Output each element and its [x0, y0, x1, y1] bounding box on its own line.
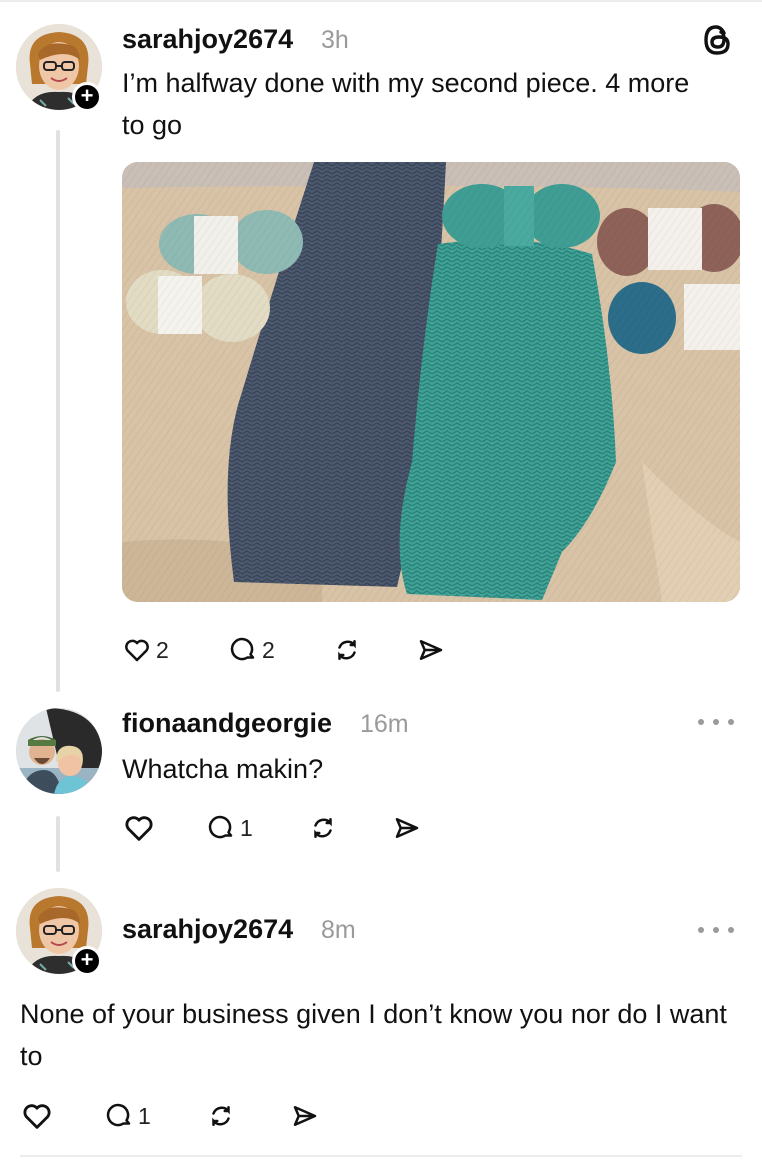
post-username[interactable]: sarahjoy2674: [122, 914, 293, 945]
post-body: I’m halfway done with my second piece. 4…: [122, 68, 690, 140]
follow-button[interactable]: +: [72, 946, 102, 976]
reply-count: 1: [240, 814, 253, 841]
post-timestamp: 16m: [360, 710, 409, 738]
more-options-icon[interactable]: [698, 714, 734, 730]
post-username[interactable]: sarahjoy2674: [122, 24, 293, 55]
post-timestamp: 3h: [321, 26, 349, 54]
send-icon: [395, 818, 419, 838]
reply-count: 1: [138, 1102, 151, 1129]
like-button[interactable]: 2: [122, 630, 169, 670]
threads-conversation: + sarahjoy2674 3h I’m halfway done with …: [0, 0, 762, 1160]
top-divider: [0, 0, 762, 2]
repost-icon: [338, 640, 356, 660]
like-count: 2: [156, 636, 169, 663]
repost-button[interactable]: [308, 808, 338, 848]
thread-line: [56, 816, 60, 872]
repost-button[interactable]: [206, 1096, 236, 1136]
like-button[interactable]: [20, 1096, 54, 1136]
thread-line: [56, 130, 60, 692]
share-button[interactable]: [290, 1096, 320, 1136]
post-body: None of your business given I don’t know…: [20, 999, 727, 1071]
avatar-fionaandgeorgie[interactable]: [16, 708, 102, 794]
post-actions: 1: [20, 1096, 340, 1136]
repost-icon: [314, 818, 332, 838]
repost-button[interactable]: [332, 630, 362, 670]
heart-icon: [125, 639, 149, 662]
reply-count: 2: [262, 636, 275, 663]
reply-button[interactable]: 2: [228, 630, 275, 670]
post-image[interactable]: [122, 162, 740, 602]
comment-bubble-icon: [230, 637, 255, 661]
post-body: Whatcha makin?: [122, 754, 324, 784]
post-actions: 2 2: [122, 630, 482, 670]
heart-icon: [125, 816, 153, 841]
reply-button[interactable]: 1: [206, 808, 253, 848]
post-username[interactable]: fionaandgeorgie: [122, 708, 332, 739]
repost-icon: [212, 1106, 230, 1126]
post-actions: 1: [122, 808, 442, 848]
more-options-icon[interactable]: [698, 922, 734, 938]
comment-bubble-icon: [208, 815, 233, 839]
share-button[interactable]: [416, 630, 446, 670]
bottom-divider: [20, 1155, 742, 1157]
like-button[interactable]: [122, 808, 156, 848]
comment-bubble-icon: [106, 1103, 131, 1127]
reply-button[interactable]: 1: [104, 1096, 151, 1136]
follow-button[interactable]: +: [72, 82, 102, 112]
crochet-photo: [122, 162, 740, 602]
post-timestamp: 8m: [321, 916, 356, 944]
heart-icon: [23, 1104, 51, 1129]
send-icon: [293, 1106, 317, 1126]
threads-logo-icon[interactable]: [697, 20, 737, 60]
share-button[interactable]: [392, 808, 422, 848]
send-icon: [419, 640, 443, 660]
